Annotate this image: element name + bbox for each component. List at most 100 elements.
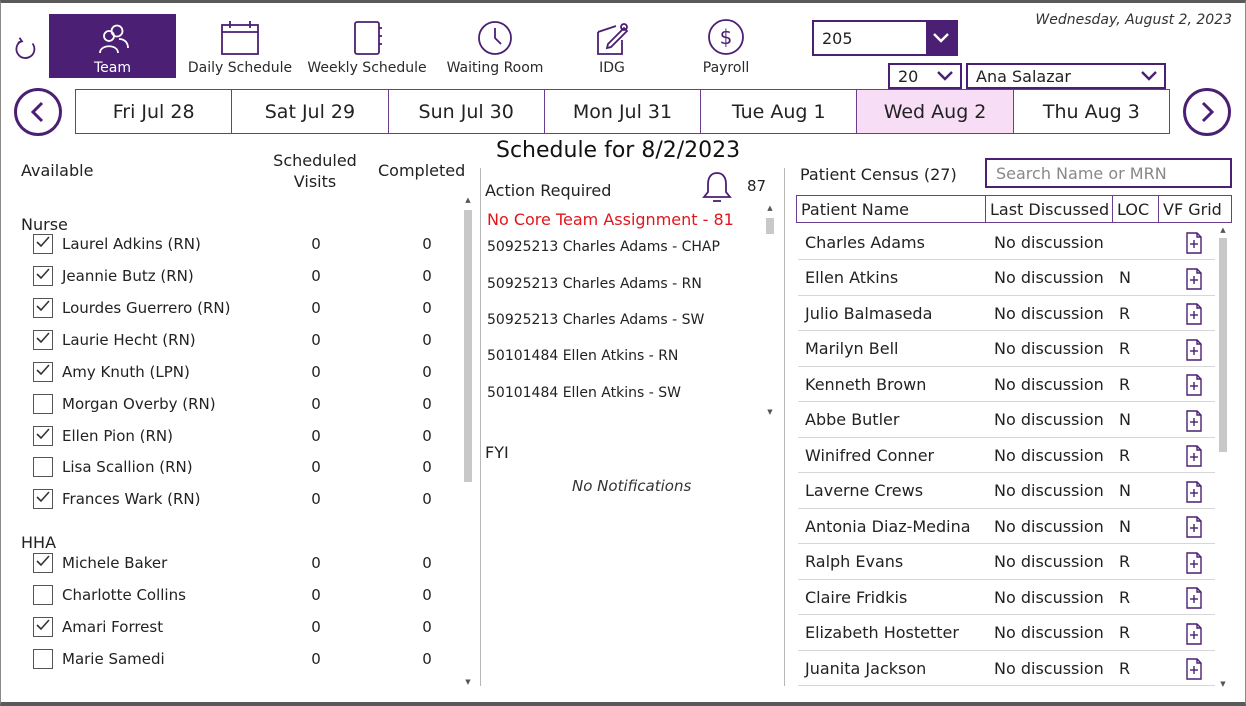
patient-name[interactable]: Antonia Diaz-Medina <box>805 517 971 536</box>
action-required-item[interactable]: 50925213 Charles Adams - RN <box>487 276 702 292</box>
patient-row[interactable]: Charles Adams No discussion <box>798 225 1215 260</box>
nav-payroll-button[interactable]: $ Payroll <box>690 14 762 78</box>
nav-team-button[interactable]: Team <box>49 14 176 78</box>
column-header-loc[interactable]: LOC <box>1112 195 1159 223</box>
patient-name[interactable]: Winifred Conner <box>805 446 934 465</box>
patient-name[interactable]: Juanita Jackson <box>805 659 926 678</box>
staff-checkbox[interactable] <box>33 649 53 669</box>
staff-checkbox[interactable] <box>33 394 53 414</box>
scroll-thumb[interactable] <box>1219 238 1227 452</box>
nav-daily-schedule-button[interactable]: Daily Schedule <box>186 14 294 78</box>
vf-grid-file-icon[interactable] <box>1185 409 1203 436</box>
action-required-item[interactable]: 50101484 Ellen Atkins - RN <box>487 348 678 364</box>
nav-waiting-room-button[interactable]: Waiting Room <box>440 14 550 78</box>
team-icon <box>98 24 129 54</box>
staff-checkbox[interactable] <box>33 266 53 286</box>
patient-row[interactable]: Marilyn Bell No discussion R <box>798 332 1215 367</box>
scroll-down-icon[interactable]: ▼ <box>462 678 474 686</box>
patient-name[interactable]: Marilyn Bell <box>805 339 898 358</box>
patient-row[interactable]: Juanita Jackson No discussion R <box>798 651 1215 686</box>
patient-name[interactable]: Elizabeth Hostetter <box>805 623 959 642</box>
refresh-icon[interactable] <box>12 36 40 64</box>
scroll-down-icon[interactable]: ▼ <box>764 408 776 416</box>
staff-checkbox[interactable] <box>33 489 53 509</box>
action-required-scrollbar[interactable]: ▲ ▼ <box>764 204 776 416</box>
patient-row[interactable]: Elizabeth Hostetter No discussion R <box>798 616 1215 651</box>
vf-grid-file-icon[interactable] <box>1185 232 1203 258</box>
patient-row[interactable]: Laverne Crews No discussion N <box>798 474 1215 509</box>
nav-idg-button[interactable]: IDG <box>574 14 650 78</box>
nav-weekly-schedule-button[interactable]: Weekly Schedule <box>304 14 430 78</box>
team-select[interactable]: 205 <box>812 20 958 56</box>
staff-checkbox[interactable] <box>33 553 53 573</box>
vf-grid-file-icon[interactable] <box>1185 374 1203 400</box>
vf-grid-file-icon[interactable] <box>1185 267 1203 294</box>
day-tab-selected[interactable]: Wed Aug 2 <box>857 90 1014 133</box>
vf-grid-file-icon[interactable] <box>1185 480 1203 507</box>
patient-name[interactable]: Kenneth Brown <box>805 375 926 394</box>
column-header-patient-name[interactable]: Patient Name <box>796 195 986 223</box>
available-scrollbar[interactable]: ▲ ▼ <box>462 196 474 686</box>
count-select[interactable]: 20 <box>888 63 962 89</box>
vf-grid-file-icon[interactable] <box>1185 338 1203 365</box>
patient-row[interactable]: Julio Balmaseda No discussion R <box>798 296 1215 331</box>
patient-name[interactable]: Abbe Butler <box>805 410 899 429</box>
scroll-down-icon[interactable]: ▼ <box>1217 680 1229 688</box>
scroll-thumb[interactable] <box>766 218 774 234</box>
patient-name[interactable]: Claire Fridkis <box>805 588 907 607</box>
last-discussed: No discussion <box>994 623 1104 642</box>
staff-checkbox[interactable] <box>33 298 53 318</box>
scroll-up-icon[interactable]: ▲ <box>1217 226 1229 234</box>
day-tab[interactable]: Mon Jul 31 <box>545 90 702 133</box>
staff-checkbox[interactable] <box>33 426 53 446</box>
action-required-item[interactable]: 50925213 Charles Adams - CHAP <box>487 239 720 255</box>
staff-checkbox[interactable] <box>33 330 53 350</box>
day-tab[interactable]: Thu Aug 3 <box>1014 90 1169 133</box>
patient-row[interactable]: Winifred Conner No discussion R <box>798 438 1215 473</box>
patient-search-input[interactable] <box>985 158 1232 188</box>
day-tab[interactable]: Tue Aug 1 <box>701 90 858 133</box>
scroll-up-icon[interactable]: ▲ <box>764 204 776 212</box>
action-required-item[interactable]: 50101484 Ellen Atkins - SW <box>487 385 681 401</box>
action-required-item[interactable]: 50925213 Charles Adams - SW <box>487 312 704 328</box>
vf-grid-file-icon[interactable] <box>1185 445 1203 471</box>
vf-grid-file-icon[interactable] <box>1185 303 1203 329</box>
patient-row[interactable]: Kenneth Brown No discussion R <box>798 367 1215 402</box>
staff-checkbox[interactable] <box>33 457 53 477</box>
patient-row[interactable]: Antonia Diaz-Medina No discussion N <box>798 509 1215 544</box>
schedule-title: Schedule for 8/2/2023 <box>496 138 741 163</box>
staff-row: Jeannie Butz (RN) 0 0 <box>33 264 458 288</box>
scroll-up-icon[interactable]: ▲ <box>462 196 474 204</box>
patient-name[interactable]: Charles Adams <box>805 233 925 252</box>
day-tab[interactable]: Sat Jul 29 <box>232 90 389 133</box>
vf-grid-file-icon[interactable] <box>1185 587 1203 613</box>
no-core-team-alert[interactable]: No Core Team Assignment - 81 <box>487 210 734 229</box>
user-select[interactable]: Ana Salazar <box>966 63 1166 89</box>
vf-grid-file-icon[interactable] <box>1185 622 1203 649</box>
patient-name[interactable]: Laverne Crews <box>805 481 923 500</box>
scroll-thumb[interactable] <box>464 210 472 482</box>
vf-grid-file-icon[interactable] <box>1185 516 1203 542</box>
vf-grid-file-icon[interactable] <box>1185 658 1203 684</box>
vf-grid-file-icon[interactable] <box>1185 551 1203 578</box>
day-tab[interactable]: Fri Jul 28 <box>76 90 233 133</box>
next-day-button[interactable] <box>1183 88 1231 136</box>
patient-row[interactable]: Ellen Atkins No discussion N <box>798 261 1215 296</box>
column-header-last-discussed[interactable]: Last Discussed <box>985 195 1113 223</box>
patient-row[interactable]: Claire Fridkis No discussion R <box>798 580 1215 615</box>
prev-day-button[interactable] <box>14 88 62 136</box>
completed-count: 0 <box>422 235 432 253</box>
patient-name[interactable]: Julio Balmaseda <box>805 304 932 323</box>
patient-name[interactable]: Ellen Atkins <box>805 268 898 287</box>
patient-row[interactable]: Abbe Butler No discussion N <box>798 403 1215 438</box>
bell-icon[interactable] <box>702 170 732 208</box>
patient-name[interactable]: Ralph Evans <box>805 552 903 571</box>
staff-checkbox[interactable] <box>33 362 53 382</box>
column-header-vf-grid[interactable]: VF Grid <box>1158 195 1232 223</box>
staff-checkbox[interactable] <box>33 617 53 637</box>
census-scrollbar[interactable]: ▲ ▼ <box>1217 226 1229 688</box>
day-tab[interactable]: Sun Jul 30 <box>389 90 545 133</box>
staff-checkbox[interactable] <box>33 585 53 605</box>
staff-checkbox[interactable] <box>33 234 53 254</box>
patient-row[interactable]: Ralph Evans No discussion R <box>798 545 1215 580</box>
